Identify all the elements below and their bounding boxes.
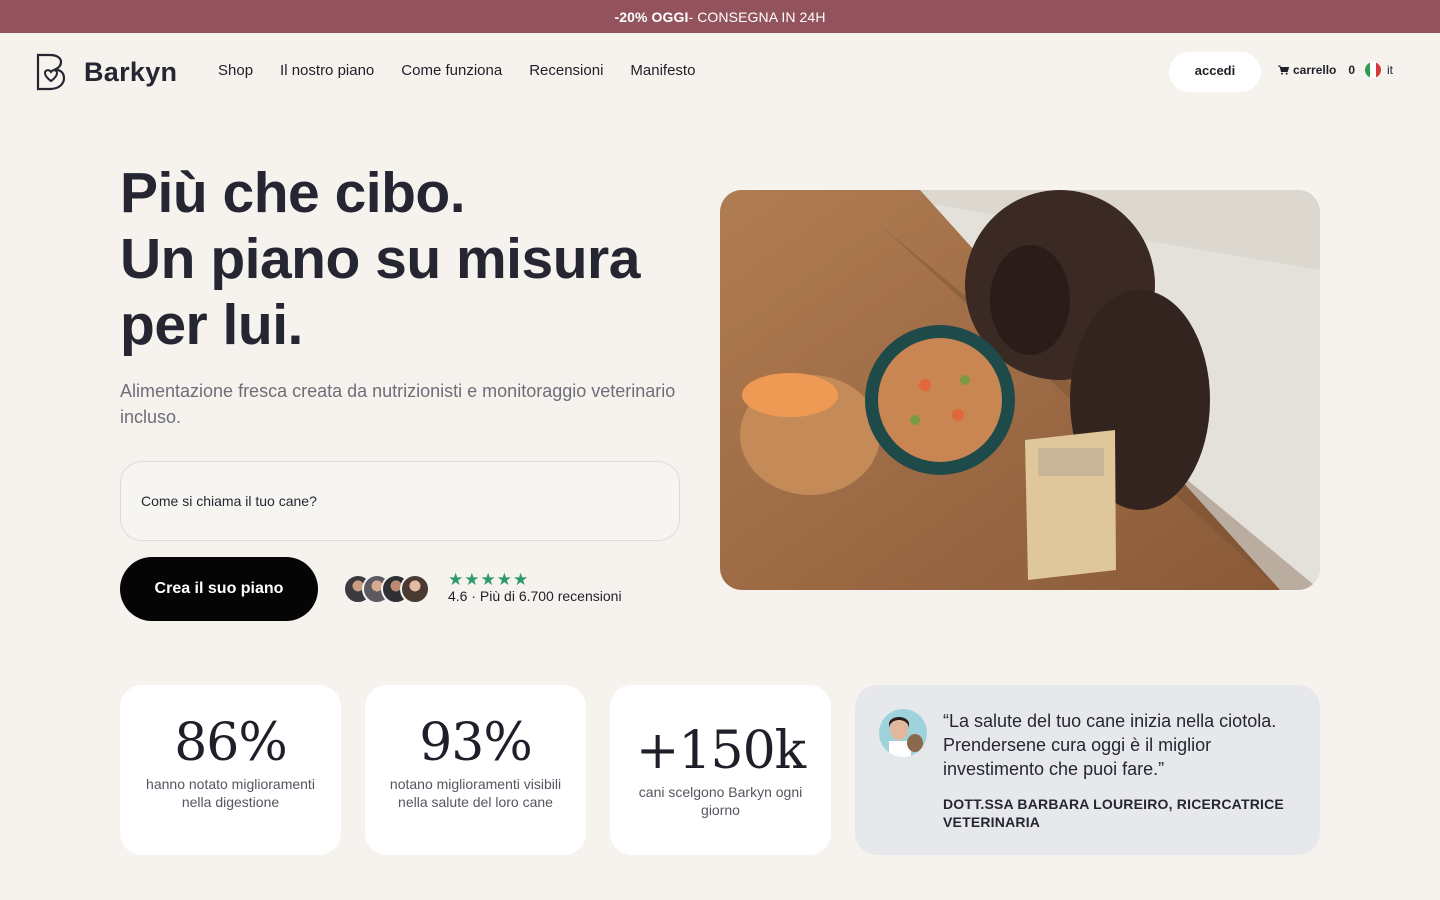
promo-highlight: -20% OGGI <box>614 8 689 25</box>
logo[interactable]: Barkyn <box>36 53 177 91</box>
rating-text: 4.6 · Più di 6.700 recensioni <box>448 588 622 604</box>
language-selector[interactable]: it <box>1387 63 1393 77</box>
hero-subtitle: Alimentazione fresca creata da nutrizion… <box>120 381 676 427</box>
cart-link[interactable]: carrello 0 <box>1278 63 1355 77</box>
stat-label: notano miglioramenti visibili nella salu… <box>389 776 562 810</box>
italy-flag-icon[interactable] <box>1365 62 1381 78</box>
hero-title: Più che cibo. Un piano su misura per lui… <box>120 160 640 358</box>
main-nav: Shop Il nostro piano Come funziona Recen… <box>218 62 722 79</box>
barkyn-logo-icon <box>36 53 66 91</box>
cart-count: 0 <box>1348 63 1356 77</box>
stat-label: cani scelgono Barkyn ogni giorno <box>638 784 803 818</box>
avatar <box>400 574 430 604</box>
testimonial-quote: “La salute del tuo cane inizia nella cio… <box>943 711 1277 779</box>
cart-label: carrello <box>1293 63 1337 77</box>
dog-name-input[interactable] <box>120 461 680 541</box>
hero-title-line-3: per lui. <box>120 293 303 357</box>
stat-card-dogs: +150k cani scelgono Barkyn ogni giorno <box>610 685 831 855</box>
dog-with-food-bowl-image <box>720 190 1320 590</box>
hero-image <box>720 190 1320 590</box>
nav-our-plan[interactable]: Il nostro piano <box>280 62 374 79</box>
nav-shop[interactable]: Shop <box>218 62 253 79</box>
stat-card-digestion: 86% hanno notato miglioramenti nella dig… <box>120 685 341 855</box>
nav-manifesto[interactable]: Manifesto <box>630 62 695 79</box>
vet-avatar <box>879 709 927 757</box>
customer-avatars <box>343 574 433 604</box>
logo-text: Barkyn <box>84 56 178 87</box>
hero-title-line-1: Più che cibo. <box>120 161 466 225</box>
nav-reviews[interactable]: Recensioni <box>529 62 603 79</box>
testimonial-author: DOTT.SSA BARBARA LOUREIRO, RICERCATRICE … <box>943 796 1284 830</box>
nav-how-it-works[interactable]: Come funziona <box>401 62 502 79</box>
stat-value: 86% <box>174 713 288 773</box>
rating-stars: ★★★★★ <box>448 570 530 589</box>
stat-value: +150k <box>635 721 806 781</box>
login-button[interactable]: accedi <box>1169 52 1261 92</box>
testimonial-card: “La salute del tuo cane inizia nella cio… <box>855 685 1320 855</box>
create-plan-button[interactable]: Crea il suo piano <box>120 557 318 621</box>
stat-value: 93% <box>419 713 533 773</box>
stat-label: hanno notato miglioramenti nella digesti… <box>146 776 315 810</box>
cart-icon <box>1278 65 1289 75</box>
promo-banner: -20% OGGI - CONSEGNA IN 24H <box>0 0 1440 33</box>
promo-text: - CONSEGNA IN 24H <box>688 8 826 25</box>
hero-title-line-2: Un piano su misura <box>120 227 640 291</box>
stat-card-health: 93% notano miglioramenti visibili nella … <box>365 685 586 855</box>
